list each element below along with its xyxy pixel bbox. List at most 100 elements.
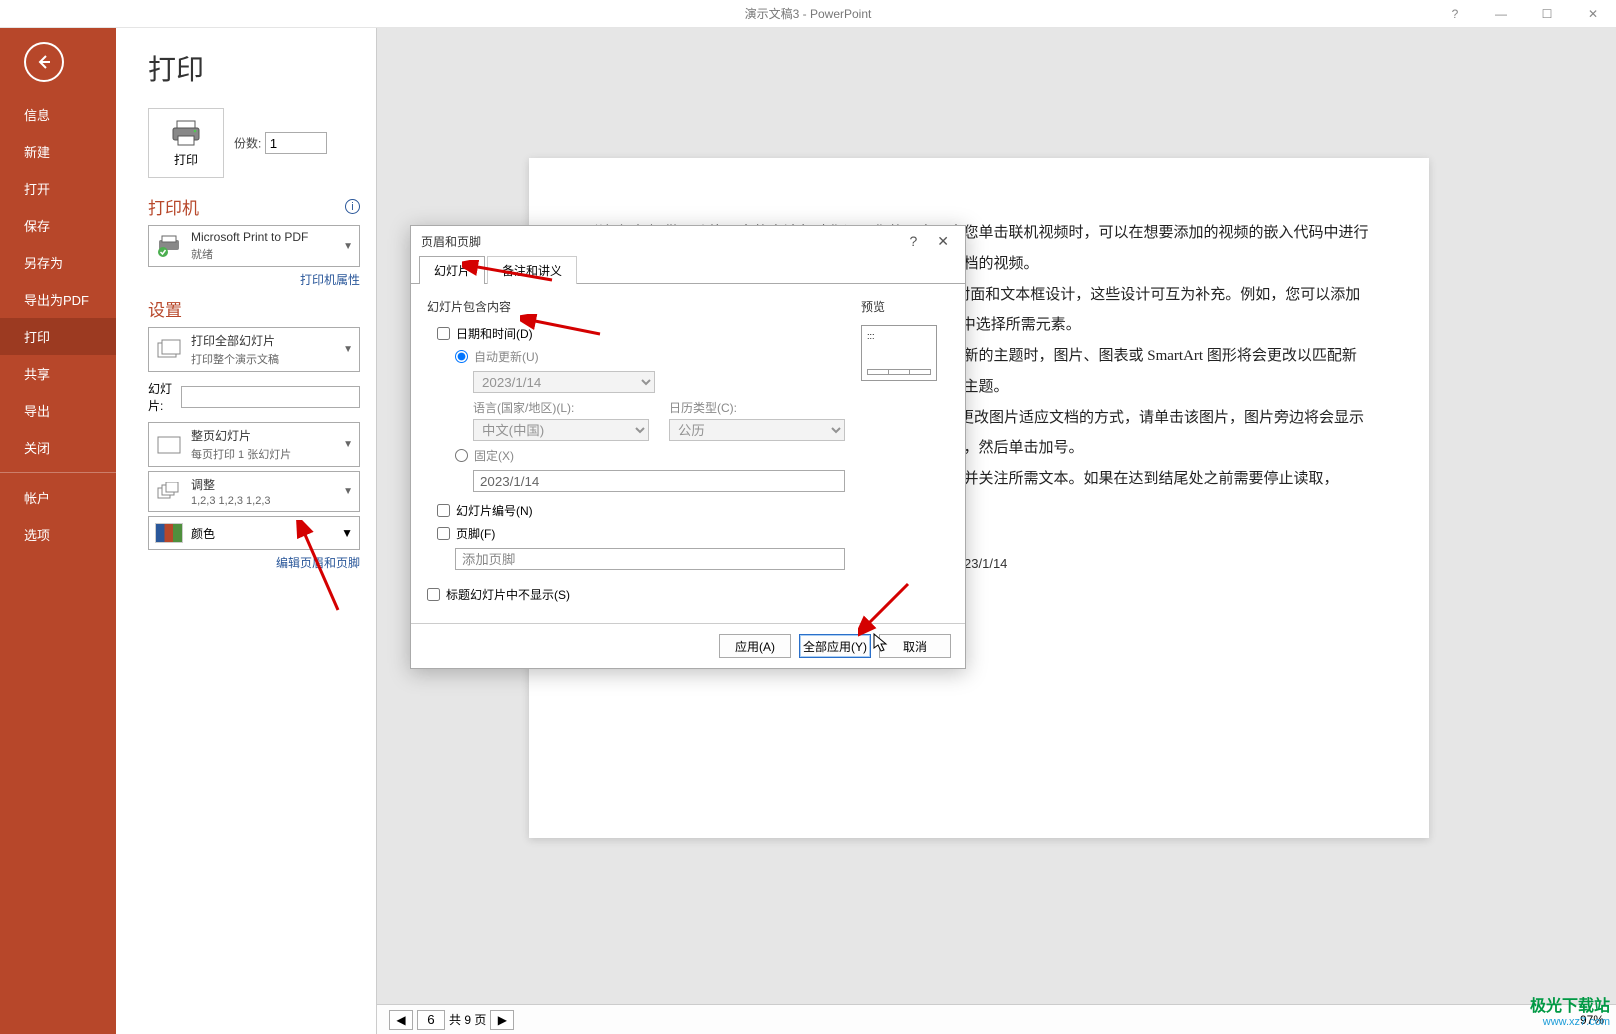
watermark: 极光下载站 www.xz7.com (1530, 992, 1610, 1028)
close-button[interactable]: ✕ (1570, 0, 1616, 28)
slides-range-input[interactable] (181, 386, 360, 408)
sidebar-item-save[interactable]: 保存 (0, 207, 116, 244)
watermark-title: 极光下载站 (1530, 992, 1610, 1016)
fixed-date-input[interactable] (473, 470, 845, 492)
backstage-sidebar: 信息 新建 打开 保存 另存为 导出为PDF 打印 共享 导出 关闭 帐户 选项 (0, 28, 116, 1034)
calendar-select[interactable]: 公历 (669, 419, 845, 441)
hide-on-title-checkbox[interactable] (427, 588, 440, 601)
printer-properties-link[interactable]: 打印机属性 (148, 271, 360, 288)
slide-number-checkbox[interactable] (437, 504, 450, 517)
sidebar-item-print[interactable]: 打印 (0, 318, 116, 355)
slides-field-label: 幻灯片: (148, 380, 175, 414)
collate-line1: 调整 (191, 476, 343, 493)
language-select[interactable]: 中文(中国) (473, 419, 649, 441)
datetime-checkbox[interactable] (437, 327, 450, 340)
apply-all-button[interactable]: 全部应用(Y) (799, 634, 871, 658)
datetime-label: 日期和时间(D) (456, 325, 533, 342)
header-footer-dialog: 页眉和页脚 ? ✕ 幻灯片 备注和讲义 幻灯片包含内容 日期和时间(D) 自动更… (410, 225, 966, 669)
color-icon (155, 523, 183, 543)
watermark-url: www.xz7.com (1530, 1016, 1610, 1028)
preview-section-label: 预览 (861, 298, 949, 315)
chevron-down-icon: ▼ (343, 241, 353, 252)
layout-line1: 整页幻灯片 (191, 427, 343, 444)
sidebar-item-export-pdf[interactable]: 导出为PDF (0, 281, 116, 318)
preview-statusbar: ◀ 共 9 页 ▶ 97% (377, 1004, 1616, 1034)
cancel-button[interactable]: 取消 (879, 634, 951, 658)
fixed-label: 固定(X) (474, 447, 514, 464)
auto-update-label: 自动更新(U) (474, 348, 539, 365)
dialog-help-button[interactable]: ? (903, 231, 923, 252)
copies-input[interactable] (265, 132, 327, 154)
footer-label: 页脚(F) (456, 525, 495, 542)
printer-icon (169, 119, 203, 147)
minimize-button[interactable]: — (1478, 0, 1524, 28)
color-dropdown[interactable]: 颜色 ▼ (148, 516, 360, 550)
layout-line2: 每页打印 1 张幻灯片 (191, 446, 343, 462)
window-controls: ? — ☐ ✕ (1432, 0, 1616, 28)
back-button[interactable] (24, 42, 64, 82)
print-button[interactable]: 打印 (148, 108, 224, 178)
print-button-label: 打印 (174, 151, 198, 168)
sidebar-item-new[interactable]: 新建 (0, 133, 116, 170)
sidebar-item-close[interactable]: 关闭 (0, 429, 116, 466)
calendar-label: 日历类型(C): (669, 399, 845, 416)
printer-name: Microsoft Print to PDF (191, 230, 343, 244)
include-on-slide-label: 幻灯片包含内容 (427, 298, 845, 315)
dialog-titlebar[interactable]: 页眉和页脚 ? ✕ (411, 226, 965, 256)
sidebar-item-info[interactable]: 信息 (0, 96, 116, 133)
chevron-down-icon: ▼ (341, 526, 353, 540)
info-icon[interactable]: i (345, 199, 360, 214)
maximize-button[interactable]: ☐ (1524, 0, 1570, 28)
print-range-dropdown[interactable]: 打印全部幻灯片 打印整个演示文稿 ▼ (148, 327, 360, 372)
sidebar-item-account[interactable]: 帐户 (0, 479, 116, 516)
slides-icon (156, 339, 182, 361)
print-range-line2: 打印整个演示文稿 (191, 351, 343, 367)
sidebar-item-open[interactable]: 打开 (0, 170, 116, 207)
sidebar-item-saveas[interactable]: 另存为 (0, 244, 116, 281)
hide-on-title-label: 标题幻灯片中不显示(S) (446, 586, 570, 603)
print-settings-pane: 打印 打印 份数: 打印机 i (116, 28, 376, 1034)
footer-text-input[interactable] (455, 548, 845, 570)
chevron-down-icon: ▼ (343, 486, 353, 497)
prev-page-button[interactable]: ◀ (389, 1010, 413, 1030)
sidebar-item-share[interactable]: 共享 (0, 355, 116, 392)
collate-dropdown[interactable]: 调整 1,2,3 1,2,3 1,2,3 ▼ (148, 471, 360, 512)
auto-update-radio[interactable] (455, 350, 468, 363)
help-icon[interactable]: ? (1432, 0, 1478, 28)
printer-status: 就绪 (191, 246, 343, 262)
full-page-icon (156, 435, 182, 455)
footer-checkbox[interactable] (437, 527, 450, 540)
auto-date-select[interactable]: 2023/1/14 (473, 371, 655, 393)
collate-line2: 1,2,3 1,2,3 1,2,3 (191, 495, 343, 507)
page-title: 打印 (148, 48, 360, 88)
slide-number-label: 幻灯片编号(N) (456, 502, 533, 519)
window-title: 演示文稿3 - PowerPoint (745, 5, 872, 22)
print-range-line1: 打印全部幻灯片 (191, 332, 343, 349)
chevron-down-icon: ▼ (343, 344, 353, 355)
color-label: 颜色 (191, 525, 341, 542)
arrow-left-icon (34, 52, 54, 72)
printer-ready-icon (156, 235, 182, 257)
dialog-title: 页眉和页脚 (421, 233, 481, 250)
collate-icon (156, 482, 182, 502)
edit-header-footer-link[interactable]: 编辑页眉和页脚 (148, 554, 360, 571)
apply-button[interactable]: 应用(A) (719, 634, 791, 658)
sidebar-item-export[interactable]: 导出 (0, 392, 116, 429)
sidebar-item-options[interactable]: 选项 (0, 516, 116, 553)
page-total-label: 共 9 页 (449, 1011, 486, 1028)
page-number-input[interactable] (417, 1010, 445, 1030)
tab-notes-handouts[interactable]: 备注和讲义 (487, 256, 577, 284)
dialog-close-button[interactable]: ✕ (931, 231, 955, 252)
preview-thumbnail: ::: (861, 325, 937, 381)
language-label: 语言(国家/地区)(L): (473, 399, 649, 416)
layout-dropdown[interactable]: 整页幻灯片 每页打印 1 张幻灯片 ▼ (148, 422, 360, 467)
next-page-button[interactable]: ▶ (490, 1010, 514, 1030)
printer-section-header: 打印机 (148, 194, 199, 219)
fixed-radio[interactable] (455, 449, 468, 462)
chevron-down-icon: ▼ (343, 439, 353, 450)
titlebar: 演示文稿3 - PowerPoint ? — ☐ ✕ (0, 0, 1616, 28)
copies-label: 份数: (234, 137, 261, 151)
settings-section-header: 设置 (148, 296, 182, 321)
printer-dropdown[interactable]: Microsoft Print to PDF 就绪 ▼ (148, 225, 360, 267)
tab-slide[interactable]: 幻灯片 (419, 256, 485, 284)
